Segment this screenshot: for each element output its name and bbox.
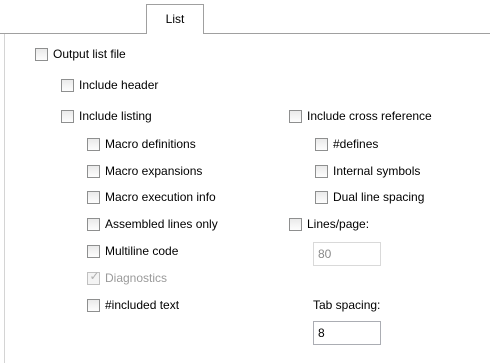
- assembled-lines-only-checkbox[interactable]: Assembled lines only: [87, 215, 218, 233]
- tab-spacing-input[interactable]: [313, 321, 381, 345]
- checkbox-box[interactable]: [61, 78, 74, 92]
- checkbox-box[interactable]: [87, 164, 100, 178]
- checkbox-box[interactable]: [315, 190, 328, 204]
- checkmark-icon: ✓: [89, 268, 100, 283]
- dual-line-spacing-checkbox[interactable]: Dual line spacing: [315, 188, 424, 206]
- include-header-checkbox[interactable]: Include header: [61, 76, 158, 94]
- checkbox-box[interactable]: [315, 137, 328, 151]
- lines-per-page-input: [313, 242, 381, 266]
- include-cross-reference-checkbox[interactable]: Include cross reference: [289, 107, 432, 125]
- internal-symbols-label: Internal symbols: [333, 164, 421, 178]
- tab-strip-border-right: [203, 33, 490, 34]
- defines-label: #defines: [333, 137, 379, 151]
- internal-symbols-checkbox[interactable]: Internal symbols: [315, 162, 420, 180]
- macro-execution-info-checkbox[interactable]: Macro execution info: [87, 188, 216, 206]
- include-listing-checkbox[interactable]: Include listing: [61, 107, 152, 125]
- lines-per-page-checkbox[interactable]: Lines/page:: [289, 215, 369, 233]
- macro-expansions-checkbox[interactable]: Macro expansions: [87, 162, 202, 180]
- tab-spacing-label: Tab spacing:: [313, 298, 381, 312]
- multiline-code-label: Multiline code: [105, 244, 179, 258]
- defines-checkbox[interactable]: #defines: [315, 135, 378, 153]
- diagnostics-label: Diagnostics: [105, 271, 168, 285]
- included-text-checkbox[interactable]: #included text: [87, 296, 179, 314]
- panel-border: [4, 34, 5, 363]
- checkbox-box[interactable]: [87, 298, 100, 312]
- macro-execution-info-label: Macro execution info: [105, 190, 216, 204]
- include-cross-reference-label: Include cross reference: [307, 109, 432, 123]
- tab-list[interactable]: List: [146, 4, 204, 34]
- checkbox-box[interactable]: [289, 109, 302, 123]
- checkbox-box: ✓: [87, 268, 100, 285]
- macro-definitions-label: Macro definitions: [105, 137, 196, 151]
- diagnostics-checkbox: ✓ Diagnostics: [87, 269, 167, 287]
- output-list-file-label: Output list file: [53, 47, 126, 61]
- included-text-label: #included text: [105, 298, 180, 312]
- checkbox-box[interactable]: [289, 217, 302, 231]
- macro-definitions-checkbox[interactable]: Macro definitions: [87, 135, 196, 153]
- macro-expansions-label: Macro expansions: [105, 164, 203, 178]
- checkbox-box[interactable]: [315, 164, 328, 178]
- output-list-file-checkbox[interactable]: Output list file: [35, 45, 126, 63]
- lines-per-page-label: Lines/page:: [307, 217, 370, 231]
- dual-line-spacing-label: Dual line spacing: [333, 190, 425, 204]
- include-listing-label: Include listing: [79, 109, 152, 123]
- checkbox-box[interactable]: [87, 244, 100, 258]
- assembled-lines-only-label: Assembled lines only: [105, 217, 218, 231]
- checkbox-box[interactable]: [87, 217, 100, 231]
- list-options-panel: List Output list file Include header Inc…: [0, 0, 490, 363]
- include-header-label: Include header: [79, 78, 159, 92]
- checkbox-box[interactable]: [35, 47, 48, 61]
- multiline-code-checkbox[interactable]: Multiline code: [87, 242, 178, 260]
- checkbox-box[interactable]: [87, 137, 100, 151]
- tab-strip-border-left: [0, 33, 147, 34]
- checkbox-box[interactable]: [61, 109, 74, 123]
- checkbox-box[interactable]: [87, 190, 100, 204]
